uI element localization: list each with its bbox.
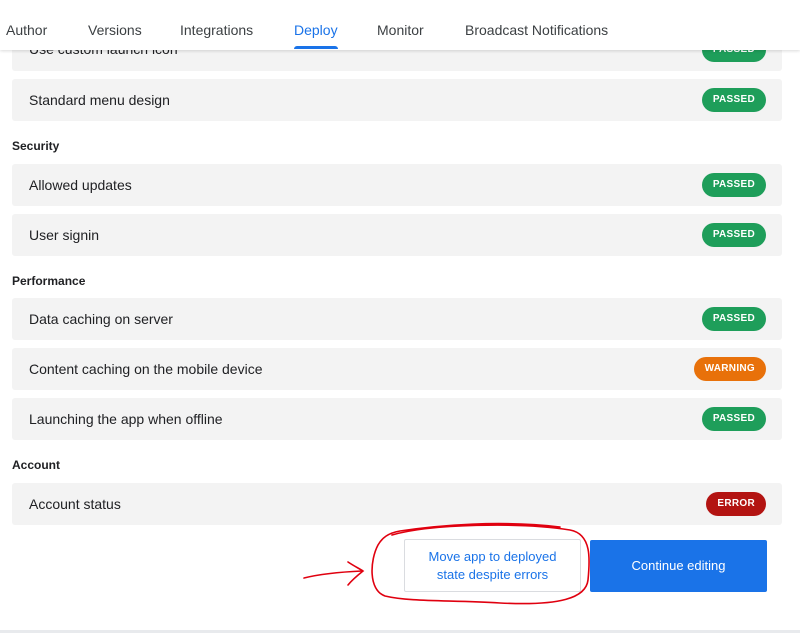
section-title-security: Security	[12, 139, 60, 153]
check-label: Content caching on the mobile device	[29, 361, 263, 377]
deploy-checks-panel: Use custom launch icon PASSED Standard m…	[0, 0, 800, 633]
tab-versions[interactable]: Versions	[88, 0, 142, 50]
status-badge-warning: WARNING	[693, 357, 766, 381]
top-tab-bar: Author Versions Integrations Deploy Moni…	[0, 0, 800, 50]
check-label: Account status	[29, 496, 121, 512]
check-row-account-status: Account status ERROR	[12, 483, 782, 525]
tab-deploy[interactable]: Deploy	[294, 0, 338, 50]
check-row-offline-launch: Launching the app when offline PASSED	[12, 398, 782, 440]
tab-integrations[interactable]: Integrations	[180, 0, 253, 50]
move-button-line-1: Move app to deployed	[428, 549, 557, 564]
check-row-allowed-updates: Allowed updates PASSED	[12, 164, 782, 206]
status-badge-passed: PASSED	[701, 223, 766, 247]
check-row-user-signin: User signin PASSED	[12, 214, 782, 256]
check-label: User signin	[29, 227, 100, 243]
status-badge-passed: PASSED	[701, 307, 766, 331]
check-label: Data caching on server	[29, 311, 173, 327]
check-row-data-caching: Data caching on server PASSED	[12, 298, 782, 340]
status-badge-error: ERROR	[706, 492, 766, 516]
continue-editing-button[interactable]: Continue editing	[590, 540, 767, 592]
check-row-content-caching: Content caching on the mobile device WAR…	[12, 348, 782, 390]
tab-broadcast-notifications[interactable]: Broadcast Notifications	[465, 0, 608, 50]
section-title-account: Account	[12, 458, 60, 472]
check-label: Launching the app when offline	[29, 411, 223, 427]
status-badge-passed: PASSED	[701, 173, 766, 197]
status-badge-passed: PASSED	[701, 88, 766, 112]
check-label: Allowed updates	[29, 177, 132, 193]
move-button-line-2: state despite errors	[436, 567, 549, 582]
tab-monitor[interactable]: Monitor	[377, 0, 424, 50]
check-label: Standard menu design	[29, 92, 170, 108]
move-to-deployed-button[interactable]: Move app to deployed state despite error…	[404, 539, 581, 592]
section-title-performance: Performance	[12, 274, 86, 288]
check-row-menu-design: Standard menu design PASSED	[12, 79, 782, 121]
status-badge-passed: PASSED	[701, 407, 766, 431]
tab-author[interactable]: Author	[6, 0, 47, 50]
